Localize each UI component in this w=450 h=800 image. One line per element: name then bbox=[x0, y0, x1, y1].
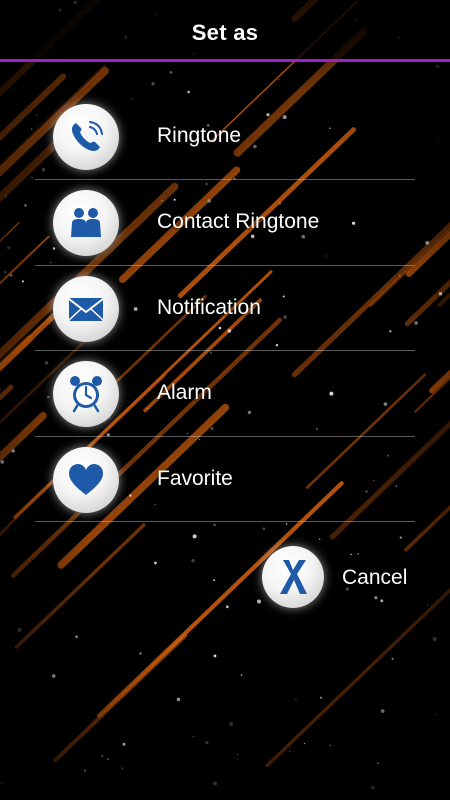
option-label: Contact Ringtone bbox=[157, 210, 320, 233]
option-label: Favorite bbox=[157, 467, 233, 490]
option-label: Notification bbox=[157, 296, 261, 319]
option-notification[interactable]: Notification bbox=[0, 266, 450, 351]
option-favorite[interactable]: Favorite bbox=[0, 437, 450, 522]
divider bbox=[35, 521, 415, 522]
option-label: Ringtone bbox=[157, 124, 242, 147]
set-as-screen: Set as Ringtone Contact Ringtone Notific… bbox=[0, 0, 450, 800]
cancel-label: Cancel bbox=[342, 566, 408, 589]
contacts-icon bbox=[53, 190, 119, 256]
close-x-icon bbox=[262, 546, 324, 608]
page-title: Set as bbox=[191, 20, 259, 45]
option-ringtone[interactable]: Ringtone bbox=[0, 94, 450, 179]
option-label: Alarm bbox=[157, 381, 212, 404]
cancel-button[interactable]: Cancel bbox=[262, 546, 422, 608]
option-contact-ringtone[interactable]: Contact Ringtone bbox=[0, 180, 450, 265]
option-alarm[interactable]: Alarm bbox=[0, 351, 450, 436]
heart-icon bbox=[53, 447, 119, 513]
alarm-clock-icon bbox=[53, 361, 119, 427]
header-bar: Set as bbox=[0, 0, 450, 62]
phone-icon bbox=[53, 104, 119, 170]
envelope-icon bbox=[53, 276, 119, 342]
